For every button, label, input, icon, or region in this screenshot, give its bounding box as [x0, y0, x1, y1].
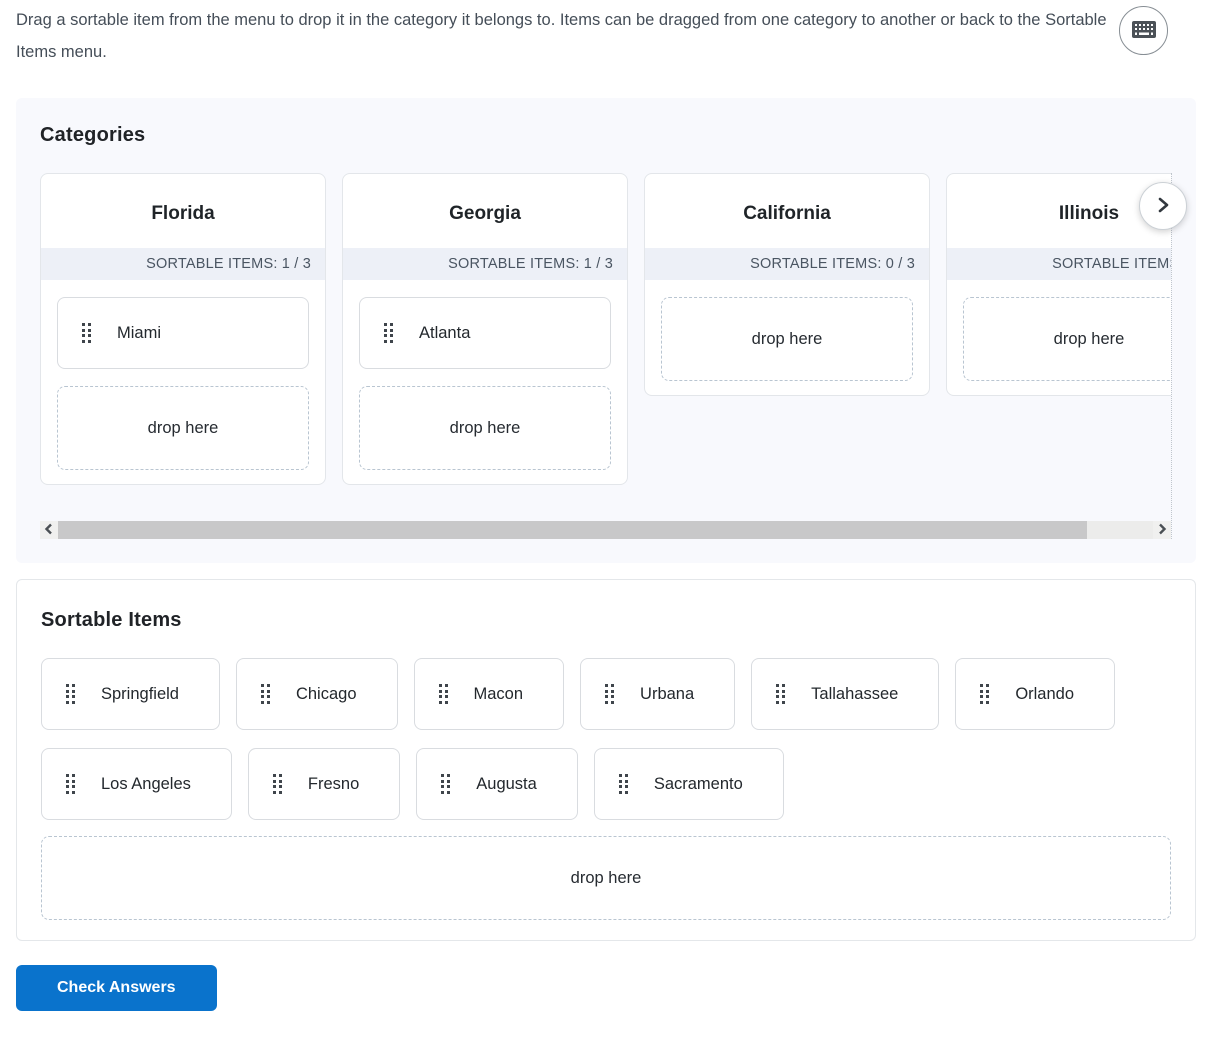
category-title: California [743, 203, 831, 224]
sortable-item-miami[interactable]: Miami [57, 297, 309, 369]
instructions-text: Drag a sortable item from the menu to dr… [16, 11, 1107, 61]
drop-zone-label: drop here [147, 418, 219, 437]
drop-zone-sortable-menu[interactable]: drop here [41, 836, 1171, 920]
sortable-item-augusta[interactable]: Augusta [416, 748, 578, 820]
categories-viewport: Florida SORTABLE ITEMS: 1 / 3 Miami drop… [40, 173, 1171, 485]
check-answers-button[interactable]: Check Answers [16, 965, 217, 1011]
category-title: Georgia [449, 203, 521, 224]
drag-handle-icon [384, 323, 393, 343]
drag-handle-icon [776, 684, 786, 704]
category-card-illinois: Illinois SORTABLE ITEMS: 0 / 3 drop here [946, 173, 1171, 396]
drop-zone-label: drop here [751, 329, 823, 348]
sortable-item-tallahassee[interactable]: Tallahassee [751, 658, 940, 730]
category-counter: SORTABLE ITEMS: 1 / 3 [41, 248, 325, 280]
sortable-item-macon[interactable]: Macon [413, 658, 565, 730]
drag-handle-icon [605, 684, 615, 704]
drag-handle-icon [441, 774, 451, 794]
sortable-item-label: Atlanta [419, 323, 471, 342]
drop-zone-label: drop here [570, 868, 642, 887]
sortable-item-label: Fresno [307, 774, 360, 793]
sortable-item-label: Springfield [101, 684, 179, 703]
category-counter: SORTABLE ITEMS: 1 / 3 [343, 248, 627, 280]
category-body: Atlanta drop here [343, 280, 627, 484]
chevron-right-icon [1153, 195, 1173, 218]
sortable-item-orlando[interactable]: Orlando [955, 658, 1116, 730]
category-counter: SORTABLE ITEMS: 0 / 3 [645, 248, 929, 280]
drop-zone-label: drop here [449, 418, 521, 437]
page: Drag a sortable item from the menu to dr… [0, 0, 1207, 1029]
instructions-row: Drag a sortable item from the menu to dr… [16, 4, 1196, 68]
chevron-left-icon [44, 523, 54, 538]
sortable-item-fresno[interactable]: Fresno [247, 748, 401, 820]
sortable-item-label: Chicago [295, 684, 357, 703]
sortable-item-label: Urbana [640, 684, 695, 703]
scrollbar-track[interactable] [58, 521, 1153, 539]
sortable-item-label: Miami [117, 323, 161, 342]
drop-zone-california[interactable]: drop here [661, 297, 913, 381]
categories-scroll-area: Florida SORTABLE ITEMS: 1 / 3 Miami drop… [40, 173, 1172, 539]
sortable-item-urbana[interactable]: Urbana [580, 658, 736, 730]
keyboard-icon [1131, 20, 1156, 41]
scrollbar-right-arrow[interactable] [1153, 521, 1171, 539]
sortable-item-label: Sacramento [653, 774, 743, 793]
sortable-item-label: Macon [473, 684, 524, 703]
scrollbar-left-arrow[interactable] [40, 521, 58, 539]
drag-handle-icon [66, 774, 75, 794]
category-card-california: California SORTABLE ITEMS: 0 / 3 drop he… [644, 173, 930, 396]
category-card-florida: Florida SORTABLE ITEMS: 1 / 3 Miami drop… [40, 173, 326, 485]
drag-handle-icon [438, 684, 448, 704]
sortable-item-label: Augusta [476, 774, 537, 793]
category-body: Miami drop here [41, 280, 325, 484]
drag-handle-icon [980, 684, 990, 704]
scrollbar-thumb[interactable] [58, 521, 1088, 539]
horizontal-scrollbar[interactable] [40, 521, 1171, 539]
sortable-items-list: Springfield Chicago Macon Urbana Tallaha… [41, 658, 1171, 820]
category-card-georgia: Georgia SORTABLE ITEMS: 1 / 3 Atlanta dr… [342, 173, 628, 485]
sortable-item-label: Tallahassee [811, 684, 899, 703]
drop-zone-florida[interactable]: drop here [57, 386, 309, 470]
category-body: drop here [947, 280, 1171, 395]
categories-title: Categories [40, 124, 146, 146]
scroll-next-button[interactable] [1139, 182, 1187, 230]
category-title: Illinois [1058, 203, 1120, 224]
drop-zone-illinois[interactable]: drop here [963, 297, 1171, 381]
category-title: Florida [151, 203, 215, 224]
categories-panel: Categories Florida SORTABLE ITEMS: 1 / 3 [16, 98, 1196, 563]
categories-row: Florida SORTABLE ITEMS: 1 / 3 Miami drop… [40, 173, 1171, 485]
sortable-item-los-angeles[interactable]: Los Angeles [41, 748, 232, 820]
chevron-right-icon [1157, 523, 1167, 538]
drag-handle-icon [82, 323, 91, 343]
category-body: drop here [645, 280, 929, 395]
drag-handle-icon [66, 684, 75, 704]
drag-handle-icon [260, 684, 270, 704]
drag-handle-icon [272, 774, 282, 794]
sortable-item-label: Orlando [1015, 684, 1075, 703]
drag-handle-icon [618, 774, 628, 794]
sortable-item-sacramento[interactable]: Sacramento [593, 748, 784, 820]
keyboard-shortcuts-button[interactable] [1119, 6, 1168, 55]
drop-zone-label: drop here [1053, 329, 1125, 348]
sortable-item-label: Los Angeles [101, 774, 191, 793]
sortable-item-springfield[interactable]: Springfield [41, 658, 220, 730]
sortable-items-title: Sortable Items [41, 609, 182, 631]
sortable-items-panel: Sortable Items Springfield Chicago Macon… [16, 579, 1196, 941]
drop-zone-georgia[interactable]: drop here [359, 386, 611, 470]
sortable-item-chicago[interactable]: Chicago [235, 658, 398, 730]
sortable-item-atlanta[interactable]: Atlanta [359, 297, 611, 369]
category-counter: SORTABLE ITEMS: 0 / 3 [947, 248, 1171, 280]
